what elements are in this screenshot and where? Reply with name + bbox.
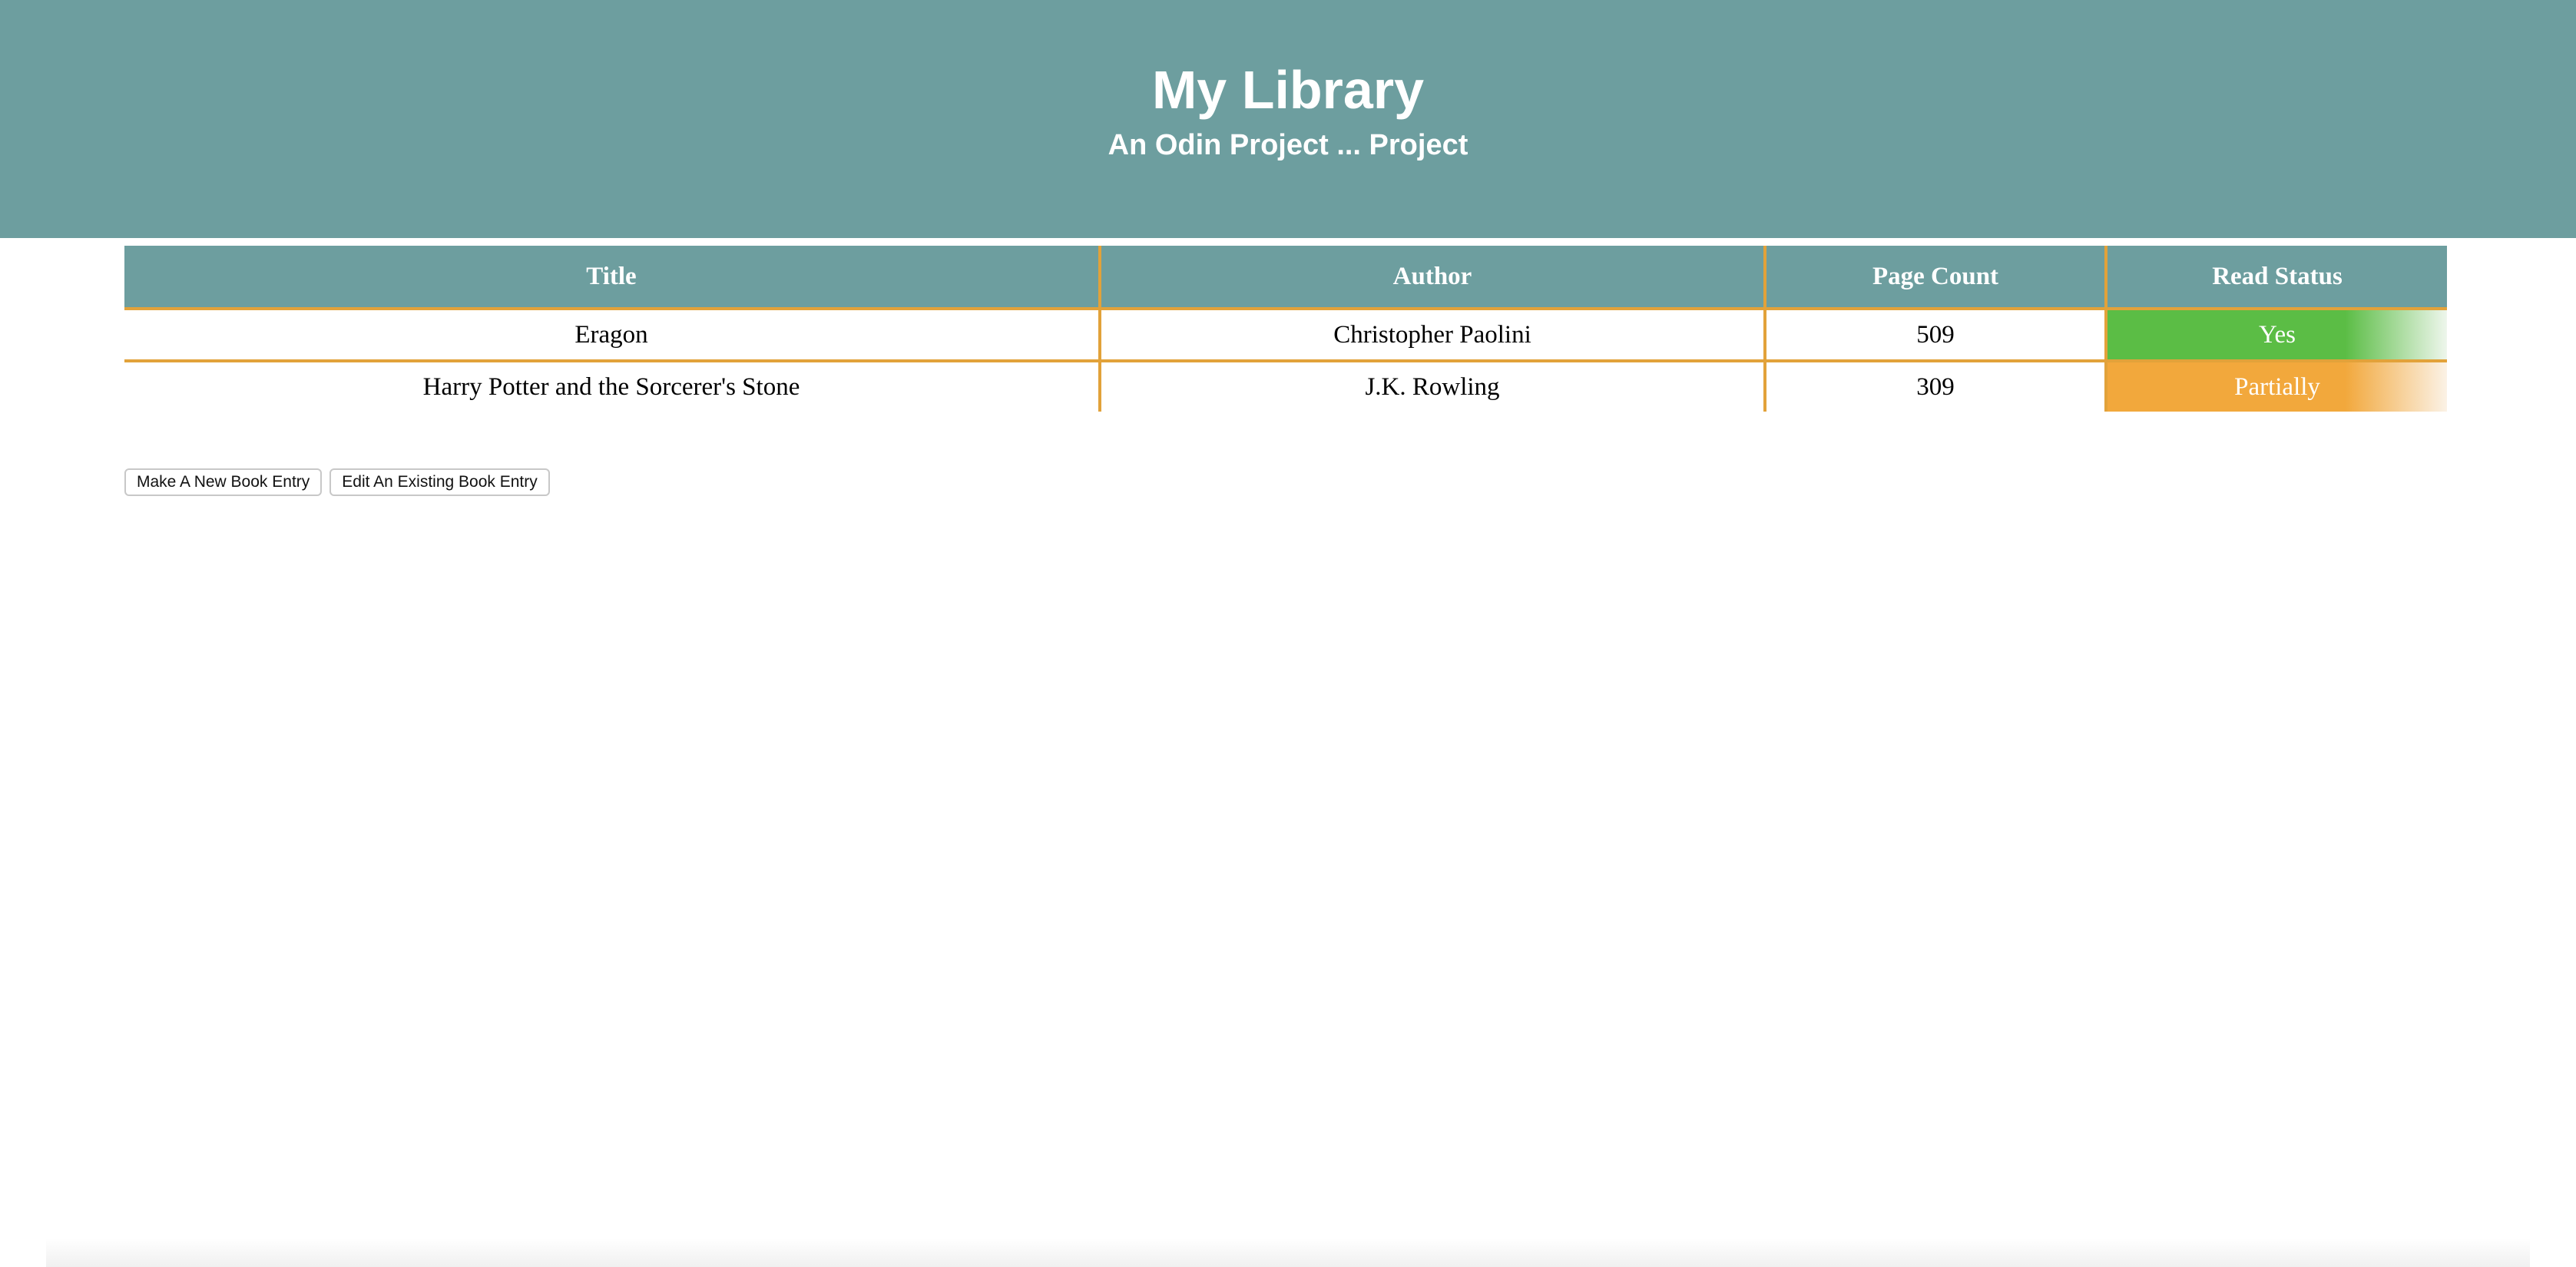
table-row: Harry Potter and the Sorcerer's Stone J.… [124, 361, 2447, 412]
page-header: My Library An Odin Project ... Project [0, 0, 2576, 238]
column-header-title: Title [124, 246, 1100, 310]
window-bottom-shadow [46, 1238, 2530, 1267]
action-buttons: Make A New Book Entry Edit An Existing B… [124, 468, 550, 496]
column-header-page-count: Page Count [1763, 246, 2106, 310]
books-table: Title Author Page Count Read Status Erag… [124, 246, 2447, 412]
column-header-author: Author [1098, 246, 1765, 310]
cell-title: Harry Potter and the Sorcerer's Stone [422, 372, 800, 401]
column-header-read-status: Read Status [2104, 246, 2447, 310]
cell-page-count: 309 [1763, 361, 2106, 412]
cell-page-count: 509 [1763, 309, 2106, 362]
cell-read-status[interactable]: Partially [2104, 361, 2447, 412]
cell-author: J.K. Rowling [1098, 361, 1765, 412]
page-subtitle: An Odin Project ... Project [1108, 129, 1468, 161]
cell-title: Eragon [124, 309, 1100, 362]
cell-author: Christopher Paolini [1098, 309, 1765, 362]
new-book-entry-button[interactable]: Make A New Book Entry [124, 468, 323, 496]
table-header-row: Title Author Page Count Read Status [124, 246, 2447, 310]
edit-book-entry-button[interactable]: Edit An Existing Book Entry [329, 468, 550, 496]
cell-read-status[interactable]: Yes [2104, 309, 2447, 362]
table-row: Eragon Christopher Paolini 509 Yes [124, 309, 2447, 362]
page-title: My Library [1152, 60, 1424, 120]
